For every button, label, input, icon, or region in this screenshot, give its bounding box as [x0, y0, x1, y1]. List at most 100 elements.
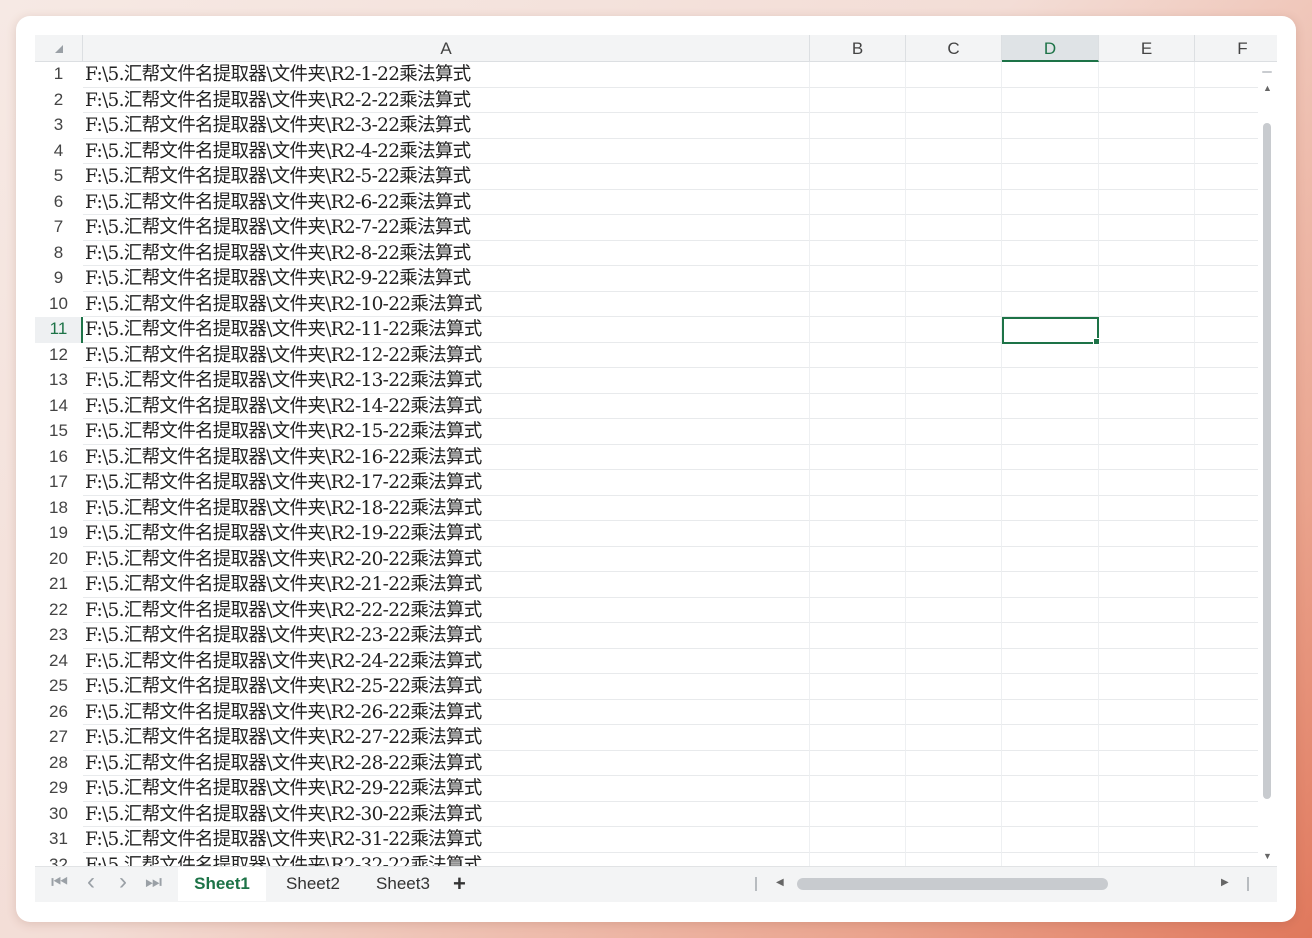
cell-a18[interactable]: F:\5.汇帮文件名提取器\文件夹\R2-18-22乘法算式 — [83, 495, 810, 521]
fill-handle[interactable] — [1093, 337, 1100, 345]
cell-d4[interactable] — [1002, 138, 1099, 164]
cell-e16[interactable] — [1099, 444, 1195, 470]
cell-e12[interactable] — [1099, 342, 1195, 368]
row-header[interactable]: 9 — [35, 266, 82, 292]
tab-sheet2[interactable]: Sheet2 — [273, 867, 353, 901]
cell-b7[interactable] — [810, 215, 906, 241]
cell-d21[interactable] — [1002, 572, 1099, 598]
row-header[interactable]: 27 — [35, 725, 82, 751]
cell-a23[interactable]: F:\5.汇帮文件名提取器\文件夹\R2-23-22乘法算式 — [83, 623, 810, 649]
column-header-d[interactable]: D — [1002, 35, 1099, 62]
cell-c18[interactable] — [906, 495, 1002, 521]
cell-d17[interactable] — [1002, 470, 1099, 496]
cell-a5[interactable]: F:\5.汇帮文件名提取器\文件夹\R2-5-22乘法算式 — [83, 164, 810, 190]
cell-e1[interactable] — [1099, 62, 1195, 88]
cell-e13[interactable] — [1099, 368, 1195, 394]
cell-c15[interactable] — [906, 419, 1002, 445]
cell-c25[interactable] — [906, 674, 1002, 700]
cell-d1[interactable] — [1002, 62, 1099, 88]
row-header[interactable]: 4 — [35, 139, 82, 165]
cell-a10[interactable]: F:\5.汇帮文件名提取器\文件夹\R2-10-22乘法算式 — [83, 291, 810, 317]
cell-d5[interactable] — [1002, 164, 1099, 190]
cell-d3[interactable] — [1002, 113, 1099, 139]
cell-e2[interactable] — [1099, 87, 1195, 113]
row-header[interactable]: 29 — [35, 776, 82, 802]
row-header[interactable]: 21 — [35, 572, 82, 598]
cell-e6[interactable] — [1099, 189, 1195, 215]
cell-d12[interactable] — [1002, 342, 1099, 368]
active-cell-selection[interactable] — [1002, 317, 1100, 345]
cell-a24[interactable]: F:\5.汇帮文件名提取器\文件夹\R2-24-22乘法算式 — [83, 648, 810, 674]
cell-d20[interactable] — [1002, 546, 1099, 572]
row-header[interactable]: 18 — [35, 496, 82, 522]
select-all-corner[interactable] — [35, 35, 83, 61]
cell-c30[interactable] — [906, 801, 1002, 827]
column-header-c[interactable]: C — [906, 35, 1002, 61]
cell-a29[interactable]: F:\5.汇帮文件名提取器\文件夹\R2-29-22乘法算式 — [83, 776, 810, 802]
last-sheet-icon[interactable]: ⏭ — [145, 872, 162, 894]
cell-a3[interactable]: F:\5.汇帮文件名提取器\文件夹\R2-3-22乘法算式 — [83, 113, 810, 139]
cell-b22[interactable] — [810, 597, 906, 623]
cell-a13[interactable]: F:\5.汇帮文件名提取器\文件夹\R2-13-22乘法算式 — [83, 368, 810, 394]
cell-d19[interactable] — [1002, 521, 1099, 547]
cell-e19[interactable] — [1099, 521, 1195, 547]
cell-c10[interactable] — [906, 291, 1002, 317]
cell-b30[interactable] — [810, 801, 906, 827]
cell-c20[interactable] — [906, 546, 1002, 572]
cell-b25[interactable] — [810, 674, 906, 700]
cell-b14[interactable] — [810, 393, 906, 419]
column-header-f[interactable]: F — [1195, 35, 1277, 61]
row-header[interactable]: 30 — [35, 802, 82, 828]
cell-e4[interactable] — [1099, 138, 1195, 164]
cell-a17[interactable]: F:\5.汇帮文件名提取器\文件夹\R2-17-22乘法算式 — [83, 470, 810, 496]
cell-c12[interactable] — [906, 342, 1002, 368]
cell-a28[interactable]: F:\5.汇帮文件名提取器\文件夹\R2-28-22乘法算式 — [83, 750, 810, 776]
cell-e25[interactable] — [1099, 674, 1195, 700]
cell-b16[interactable] — [810, 444, 906, 470]
cell-b8[interactable] — [810, 240, 906, 266]
cell-a26[interactable]: F:\5.汇帮文件名提取器\文件夹\R2-26-22乘法算式 — [83, 699, 810, 725]
cell-d23[interactable] — [1002, 623, 1099, 649]
cell-c19[interactable] — [906, 521, 1002, 547]
cell-c8[interactable] — [906, 240, 1002, 266]
row-header[interactable]: 3 — [35, 113, 82, 139]
scrollbar-split-handle[interactable] — [1262, 71, 1272, 73]
horizontal-scroll-thumb[interactable] — [797, 878, 1108, 890]
cell-b1[interactable] — [810, 62, 906, 88]
cell-c1[interactable] — [906, 62, 1002, 88]
cell-c23[interactable] — [906, 623, 1002, 649]
cell-a9[interactable]: F:\5.汇帮文件名提取器\文件夹\R2-9-22乘法算式 — [83, 266, 810, 292]
cell-a1[interactable]: F:\5.汇帮文件名提取器\文件夹\R2-1-22乘法算式 — [83, 62, 810, 88]
cell-c31[interactable] — [906, 827, 1002, 853]
cell-a25[interactable]: F:\5.汇帮文件名提取器\文件夹\R2-25-22乘法算式 — [83, 674, 810, 700]
cell-b18[interactable] — [810, 495, 906, 521]
row-header[interactable]: 20 — [35, 547, 82, 573]
cell-c14[interactable] — [906, 393, 1002, 419]
row-header[interactable]: 7 — [35, 215, 82, 241]
cell-a7[interactable]: F:\5.汇帮文件名提取器\文件夹\R2-7-22乘法算式 — [83, 215, 810, 241]
cell-e17[interactable] — [1099, 470, 1195, 496]
cell-c22[interactable] — [906, 597, 1002, 623]
cell-b29[interactable] — [810, 776, 906, 802]
cell-d22[interactable] — [1002, 597, 1099, 623]
cell-b28[interactable] — [810, 750, 906, 776]
cell-c26[interactable] — [906, 699, 1002, 725]
cell-b19[interactable] — [810, 521, 906, 547]
row-header[interactable]: 23 — [35, 623, 82, 649]
cell-e29[interactable] — [1099, 776, 1195, 802]
cell-a20[interactable]: F:\5.汇帮文件名提取器\文件夹\R2-20-22乘法算式 — [83, 546, 810, 572]
cell-e23[interactable] — [1099, 623, 1195, 649]
cell-e21[interactable] — [1099, 572, 1195, 598]
row-header[interactable]: 17 — [35, 470, 82, 496]
next-sheet-icon[interactable]: › — [119, 868, 127, 896]
cell-c29[interactable] — [906, 776, 1002, 802]
cell-e31[interactable] — [1099, 827, 1195, 853]
row-header[interactable]: 26 — [35, 700, 82, 726]
cell-b21[interactable] — [810, 572, 906, 598]
cell-d7[interactable] — [1002, 215, 1099, 241]
cell-e7[interactable] — [1099, 215, 1195, 241]
cell-c21[interactable] — [906, 572, 1002, 598]
column-header-a[interactable]: A — [83, 35, 810, 61]
tab-sheet1[interactable]: Sheet1 — [178, 867, 266, 901]
cell-e18[interactable] — [1099, 495, 1195, 521]
